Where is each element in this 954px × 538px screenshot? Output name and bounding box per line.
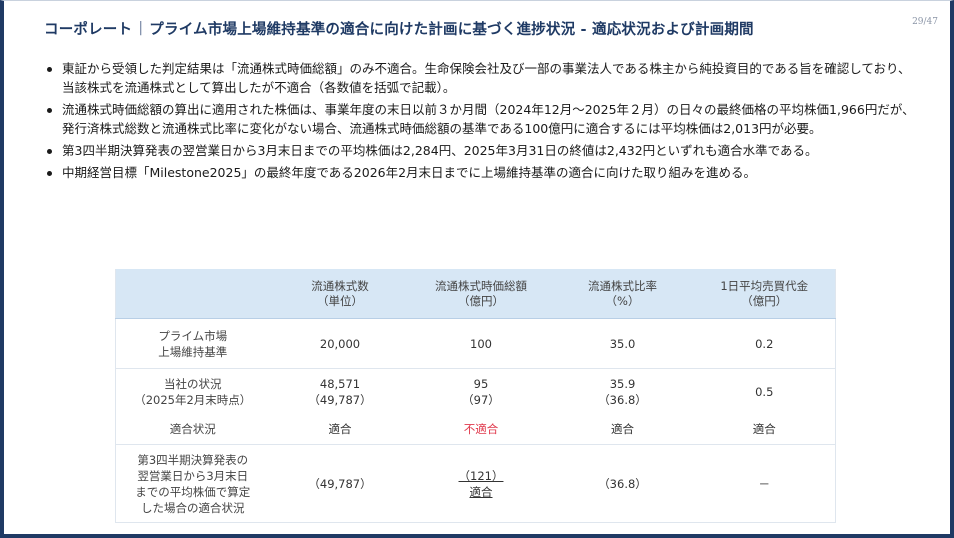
table-row: プライム市場 上場維持基準 20,000 100 35.0 0.2 bbox=[115, 318, 836, 369]
bullet-dot-icon bbox=[47, 67, 52, 72]
table-cell: 100 bbox=[410, 318, 552, 369]
bullet-dot-icon bbox=[47, 108, 52, 113]
page-number: 29/47 bbox=[912, 17, 938, 27]
noncompliance-status: 不適合 bbox=[410, 414, 552, 445]
table-cell: 95 （97） bbox=[462, 376, 500, 407]
table-cell: （121） 適合 bbox=[410, 444, 552, 523]
bullet-dot-icon bbox=[47, 171, 52, 176]
bullet-list: 東証から受領した判定結果は「流通株式時価総額」のみ不適合。生命保険会社及び一部の… bbox=[46, 59, 916, 185]
table-cell: 0.2 bbox=[693, 318, 836, 369]
table-header-empty bbox=[115, 269, 270, 319]
table-cell: （49,787） bbox=[269, 444, 411, 523]
table-header-row: 流通株式数 （単位） 流通株式時価総額 （億円） 流通株式比率 （%） 1日平均売買代… bbox=[115, 269, 836, 319]
bullet-dot-icon bbox=[47, 149, 52, 154]
status-table-wrapper: 流通株式数 （単位） 流通株式時価総額 （億円） 流通株式比率 （%） 1日平均売買代… bbox=[115, 269, 836, 523]
table-header: 流通株式比率 （%） bbox=[551, 269, 694, 319]
bullet-text: 流通株式時価総額の算出に適用された株価は、事業年度の末日以前３か月間（2024年… bbox=[62, 102, 915, 136]
row-header: 第3四半期決算発表の 翌営業日から3月末日 までの平均株価で算定 した場合の適合状況 bbox=[115, 444, 270, 523]
table-row: 当社の状況 （2025年2月末時点） 48,571 （49,787） 95 （97） … bbox=[116, 369, 836, 415]
compliance-status: 適合 bbox=[269, 414, 411, 445]
table-cell: 20,000 bbox=[269, 318, 411, 369]
table-row: 適合状況 適合 不適合 適合 適合 bbox=[115, 414, 836, 445]
table-header: 1日平均売買代金 （億円） bbox=[693, 269, 836, 319]
section-label: コーポレート bbox=[44, 21, 133, 38]
bullet-text: 中期経営目標「Milestone2025」の最終年度である2026年2月末日まで… bbox=[62, 165, 757, 180]
table-cell: － bbox=[693, 444, 836, 523]
table-header: 流通株式時価総額 （億円） bbox=[410, 269, 552, 319]
bullet-item: 中期経営目標「Milestone2025」の最終年度である2026年2月末日まで… bbox=[46, 163, 916, 182]
table-header: 流通株式数 （単位） bbox=[269, 269, 411, 319]
title-separator: | bbox=[138, 20, 144, 36]
bullet-item: 東証から受領した判定結果は「流通株式時価総額」のみ不適合。生命保険会社及び一部の… bbox=[46, 59, 916, 97]
slide-title: コーポレート | プライム市場上場維持基準の適合に向けた計画に基づく進捗状況 -… bbox=[44, 15, 924, 41]
table-cell: 0.5 bbox=[755, 384, 774, 399]
row-header: 適合状況 bbox=[115, 414, 270, 445]
bullet-item: 流通株式時価総額の算出に適用された株価は、事業年度の末日以前３か月間（2024年… bbox=[46, 100, 916, 138]
table-cell: 35.9 （36.8） bbox=[598, 376, 647, 407]
bullet-text: 東証から受領した判定結果は「流通株式時価総額」のみ不適合。生命保険会社及び一部の… bbox=[62, 61, 911, 95]
table-cell: 48,571 （49,787） bbox=[308, 376, 372, 407]
bullet-item: 第3四半期決算発表の翌営業日から3月末日までの平均株価は2,284円、2025年… bbox=[46, 141, 916, 160]
page-title: プライム市場上場維持基準の適合に向けた計画に基づく進捗状況 - 適応状況および計… bbox=[149, 21, 754, 38]
compliance-status: 適合 bbox=[693, 414, 836, 445]
slide: コーポレート | プライム市場上場維持基準の適合に向けた計画に基づく進捗状況 -… bbox=[0, 0, 954, 538]
row-header: 当社の状況 （2025年2月末時点） bbox=[134, 376, 252, 407]
compliance-status: 適合 bbox=[551, 414, 694, 445]
row-header: プライム市場 上場維持基準 bbox=[115, 318, 270, 369]
status-table: 流通株式数 （単位） 流通株式時価総額 （億円） 流通株式比率 （%） 1日平均売買代… bbox=[115, 269, 836, 523]
table-cell: 35.0 bbox=[551, 318, 694, 369]
table-row: 第3四半期決算発表の 翌営業日から3月末日 までの平均株価で算定 した場合の適合状況 … bbox=[115, 444, 836, 523]
bullet-text: 第3四半期決算発表の翌営業日から3月末日までの平均株価は2,284円、2025年… bbox=[62, 143, 818, 158]
table-cell: （36.8） bbox=[551, 444, 694, 523]
